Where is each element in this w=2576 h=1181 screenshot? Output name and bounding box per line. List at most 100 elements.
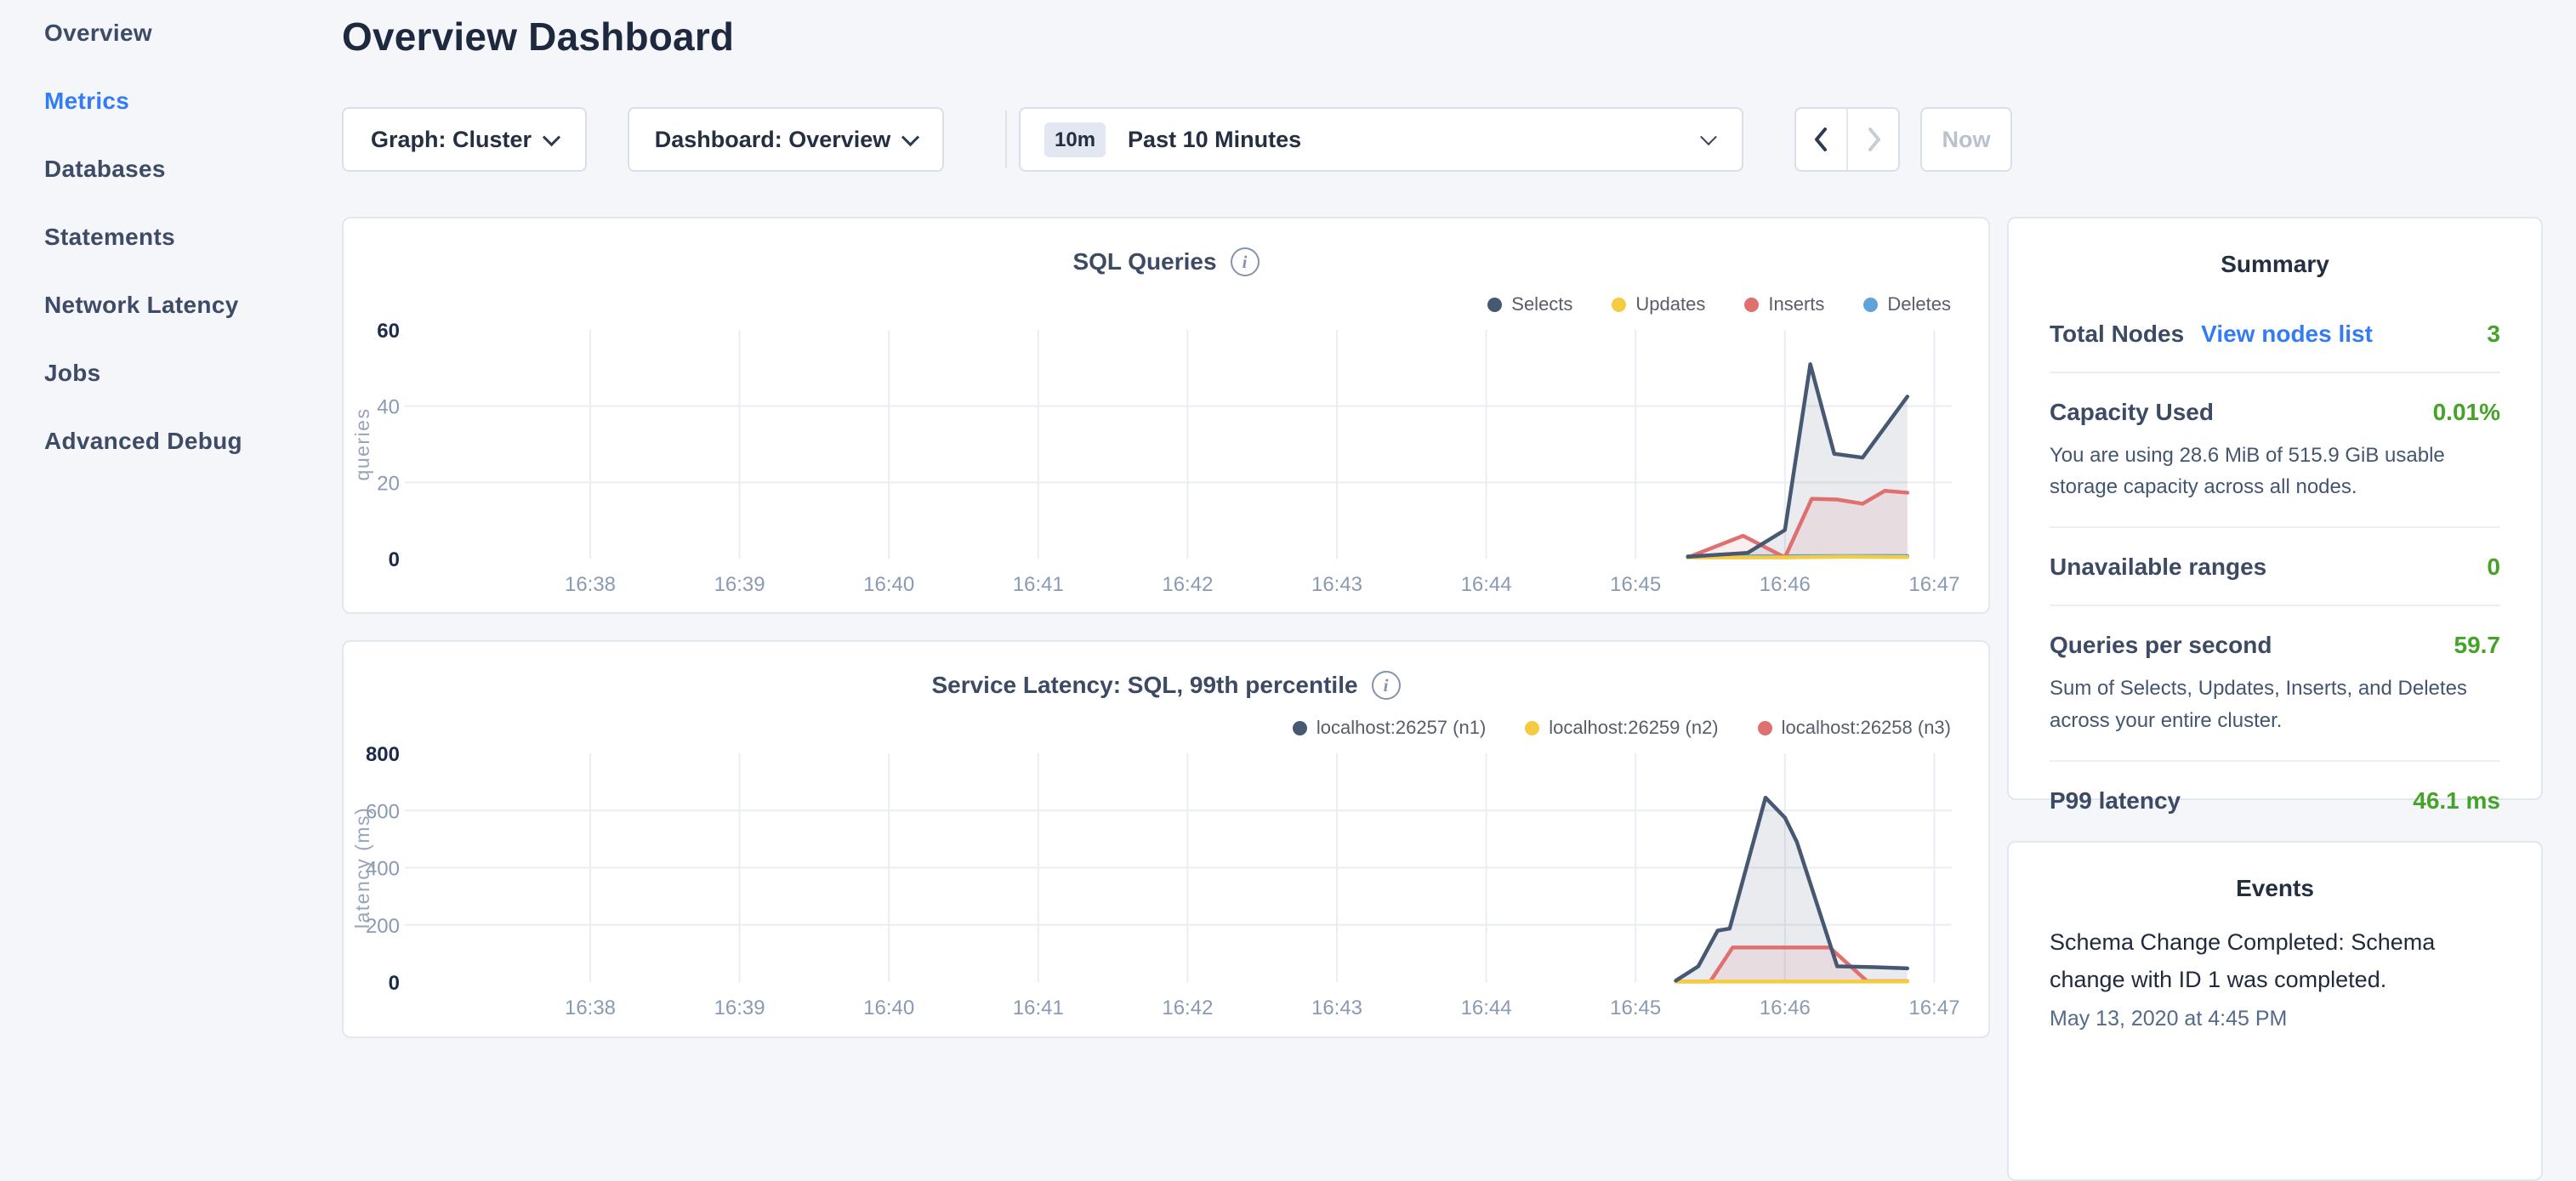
- svg-text:16:38: 16:38: [565, 573, 616, 596]
- chart-legend: Selects Updates Inserts Deletes: [1487, 293, 1951, 315]
- svg-text:16:38: 16:38: [565, 996, 616, 1019]
- summary-row: Total Nodes View nodes list 3: [2050, 295, 2500, 373]
- legend-item: Updates: [1612, 293, 1705, 315]
- sidebar-item-metrics[interactable]: Metrics: [44, 87, 340, 116]
- legend-label: Updates: [1635, 293, 1705, 315]
- time-range-selector[interactable]: 10m Past 10 Minutes: [1019, 107, 1743, 172]
- svg-text:20: 20: [377, 472, 400, 495]
- svg-text:0: 0: [389, 972, 400, 995]
- sidebar-item-databases[interactable]: Databases: [44, 155, 340, 184]
- graph-dropdown-label: Graph: Cluster: [371, 127, 532, 153]
- legend-label: localhost:26259 (n2): [1549, 717, 1718, 739]
- summary-note: Sum of Selects, Updates, Inserts, and De…: [2050, 673, 2500, 735]
- chart-header: Service Latency: SQL, 99th percentile i: [344, 671, 1988, 700]
- prev-range-button[interactable]: [1796, 109, 1846, 170]
- sql-queries-plot[interactable]: 16:3816:3916:4016:4116:4216:4316:4416:45…: [344, 219, 1988, 612]
- svg-text:16:46: 16:46: [1760, 996, 1811, 1019]
- sidebar-item-statements[interactable]: Statements: [44, 223, 340, 252]
- dashboard-dropdown[interactable]: Dashboard: Overview: [628, 107, 944, 172]
- svg-text:16:42: 16:42: [1162, 996, 1213, 1019]
- event-text: Schema Change Completed: Schema change w…: [2050, 924, 2500, 998]
- svg-text:800: 800: [366, 743, 400, 766]
- legend-item: localhost:26259 (n2): [1525, 717, 1718, 739]
- svg-text:16:45: 16:45: [1610, 996, 1661, 1019]
- svg-text:16:40: 16:40: [863, 573, 914, 596]
- svg-text:16:47: 16:47: [1908, 996, 1959, 1019]
- legend-dot: [1525, 721, 1539, 735]
- summary-panel: Summary Total Nodes View nodes list 3 Capac…: [2007, 217, 2543, 800]
- svg-text:16:46: 16:46: [1760, 573, 1811, 596]
- chevron-right-icon: [1862, 126, 1885, 153]
- events-title: Events: [2009, 875, 2541, 902]
- svg-text:16:39: 16:39: [714, 996, 765, 1019]
- sidebar: Overview Metrics Databases Statements Networ…: [0, 0, 340, 456]
- legend-label: localhost:26258 (n3): [1782, 717, 1951, 739]
- now-button[interactable]: Now: [1920, 107, 2012, 172]
- legend-item: Selects: [1487, 293, 1572, 315]
- summary-label: Total Nodes: [2050, 321, 2184, 348]
- legend-item: Deletes: [1863, 293, 1951, 315]
- sidebar-item-jobs[interactable]: Jobs: [44, 359, 340, 388]
- svg-text:16:39: 16:39: [714, 573, 765, 596]
- controls-divider: [1005, 111, 1007, 168]
- svg-text:16:43: 16:43: [1311, 996, 1362, 1019]
- info-icon[interactable]: i: [1372, 671, 1401, 700]
- summary-note: You are using 28.6 MiB of 515.9 GiB usab…: [2050, 440, 2500, 502]
- svg-text:40: 40: [377, 396, 400, 419]
- legend-dot: [1744, 298, 1759, 312]
- summary-label: Unavailable ranges: [2050, 554, 2266, 581]
- time-step-buttons: [1794, 107, 1900, 172]
- svg-text:16:45: 16:45: [1610, 573, 1661, 596]
- svg-text:16:44: 16:44: [1461, 996, 1512, 1019]
- page-title: Overview Dashboard: [342, 14, 734, 60]
- legend-label: Selects: [1511, 293, 1572, 315]
- svg-text:60: 60: [377, 320, 400, 343]
- chart-title: Service Latency: SQL, 99th percentile: [931, 672, 1357, 699]
- service-latency-card: 16:38 16:39 16:40 16:41 16:42 16:43 16:44 16:45…: [342, 640, 1990, 1038]
- chevron-down-icon: [543, 128, 560, 146]
- legend-dot: [1758, 721, 1772, 735]
- sql-queries-card: 16:3816:3916:4016:4116:4216:4316:4416:45…: [342, 217, 1990, 614]
- summary-rows: Total Nodes View nodes list 3 Capacity Used…: [2050, 295, 2500, 838]
- summary-row: Unavailable ranges 0: [2050, 528, 2500, 606]
- svg-text:16:44: 16:44: [1461, 573, 1512, 596]
- summary-value: 3: [2487, 321, 2500, 348]
- legend-item: Inserts: [1744, 293, 1824, 315]
- sidebar-item-network-latency[interactable]: Network Latency: [44, 291, 340, 320]
- view-nodes-link[interactable]: View nodes list: [2201, 321, 2373, 348]
- summary-row: P99 latency 46.1 ms: [2050, 762, 2500, 838]
- events-panel: Events Schema Change Completed: Schema c…: [2007, 841, 2543, 1181]
- svg-text:queries: queries: [351, 408, 373, 481]
- summary-value: 0.01%: [2433, 399, 2500, 426]
- legend-dot: [1487, 298, 1502, 312]
- legend-dot: [1863, 298, 1878, 312]
- chart-title: SQL Queries: [1072, 248, 1216, 275]
- svg-text:16:43: 16:43: [1311, 573, 1362, 596]
- info-icon[interactable]: i: [1231, 247, 1260, 276]
- service-latency-plot[interactable]: 16:38 16:39 16:40 16:41 16:42 16:43 16:44 16:45…: [344, 642, 1988, 1036]
- next-range-button[interactable]: [1846, 109, 1898, 170]
- summary-title: Summary: [2009, 251, 2541, 278]
- summary-label: Queries per second: [2050, 632, 2272, 659]
- summary-row: Capacity Used0.01%You are using 28.6 MiB…: [2050, 373, 2500, 528]
- summary-value: 0: [2487, 554, 2500, 581]
- time-range-label: Past 10 Minutes: [1128, 127, 1301, 153]
- summary-label: P99 latency: [2050, 787, 2181, 815]
- legend-label: Deletes: [1887, 293, 1951, 315]
- svg-text:16:42: 16:42: [1162, 573, 1213, 596]
- legend-item: localhost:26257 (n1): [1293, 717, 1486, 739]
- svg-text:0: 0: [389, 548, 400, 571]
- legend-dot: [1293, 721, 1307, 735]
- summary-row: Queries per second59.7Sum of Selects, Up…: [2050, 606, 2500, 761]
- sidebar-item-advanced-debug[interactable]: Advanced Debug: [44, 427, 340, 456]
- svg-text:16:41: 16:41: [1013, 996, 1064, 1019]
- chevron-down-icon: [1700, 128, 1717, 145]
- svg-text:16:47: 16:47: [1908, 573, 1959, 596]
- summary-value: 46.1 ms: [2413, 787, 2500, 815]
- legend-dot: [1612, 298, 1626, 312]
- events-list: Schema Change Completed: Schema change w…: [2050, 924, 2500, 1031]
- sidebar-item-overview[interactable]: Overview: [44, 19, 340, 48]
- graph-dropdown[interactable]: Graph: Cluster: [342, 107, 587, 172]
- event-item: Schema Change Completed: Schema change w…: [2050, 924, 2500, 1031]
- svg-text:16:40: 16:40: [863, 996, 914, 1019]
